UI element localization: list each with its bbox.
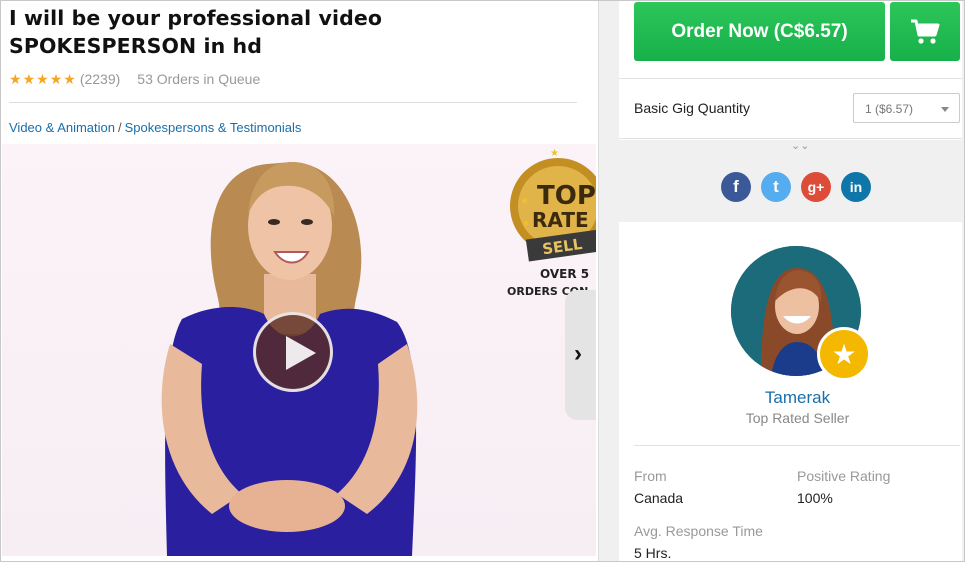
top-rated-star-icon: ★ [817,327,871,381]
breadcrumb-category[interactable]: Video & Animation [9,120,115,135]
star-icon: ★ [9,71,22,87]
star-icon: ★ [22,71,36,87]
stat-label-from: From [634,468,667,484]
divider [9,102,577,103]
seller-level: Top Rated Seller [745,410,850,426]
next-slide-button[interactable]: › [565,290,596,420]
star-icon: ★ [36,71,49,87]
linkedin-icon[interactable]: in [841,172,871,202]
stat-value-from: Canada [634,490,684,506]
facebook-icon[interactable]: f [721,172,751,202]
breadcrumb-separator: / [118,120,122,135]
gig-title: I will be your professional video SPOKES… [9,6,383,58]
badge-top: TOP [537,181,596,211]
stat-value-positive-rating: 100% [797,490,833,506]
badge-over-text: OVER 5 [540,267,590,281]
googleplus-icon[interactable]: g+ [801,172,831,202]
star-icon: ★ [49,71,63,87]
seller-name[interactable]: Tamerak [619,388,965,408]
add-to-cart-button[interactable] [890,2,960,61]
stat-label-positive-rating: Positive Rating [797,468,891,484]
social-share: f t g+ in [721,172,871,202]
stat-value-response-time: 5 Hrs. [634,545,672,561]
breadcrumb-subcategory[interactable]: Spokespersons & Testimonials [125,120,302,135]
star-rating: ★ ★ ★ ★ ★ [9,72,76,86]
video-player[interactable]: TOP RATE SELL ★ ★ ★ OVER 5 ORDERS CON › [2,144,596,556]
rating-row: ★ ★ ★ ★ ★ (2239) 53 Orders in Queue [9,70,260,88]
quantity-select[interactable]: 1 ($6.57) [853,93,960,123]
svg-text:★: ★ [520,196,529,207]
star-icon: ★ [63,71,76,87]
cart-icon [911,19,940,44]
rating-count[interactable]: (2239) [80,71,120,87]
svg-text:★: ★ [550,148,559,159]
quantity-label: Basic Gig Quantity [634,100,750,116]
orders-in-queue: 53 Orders in Queue [137,71,261,87]
stat-label-response-time: Avg. Response Time [634,523,763,539]
expand-chevron-icon[interactable]: ⌄⌄ [791,139,809,152]
twitter-icon[interactable]: t [761,172,791,202]
play-button[interactable] [253,312,333,392]
badge-rated: RATE [532,208,589,232]
breadcrumb: Video & Animation / Spokespersons & Testim… [9,120,301,135]
order-now-button[interactable]: Order Now (C$6.57) [634,2,885,61]
divider [634,445,960,446]
svg-text:★: ★ [522,218,530,228]
chevron-right-icon: › [574,340,582,367]
divider [619,78,962,79]
